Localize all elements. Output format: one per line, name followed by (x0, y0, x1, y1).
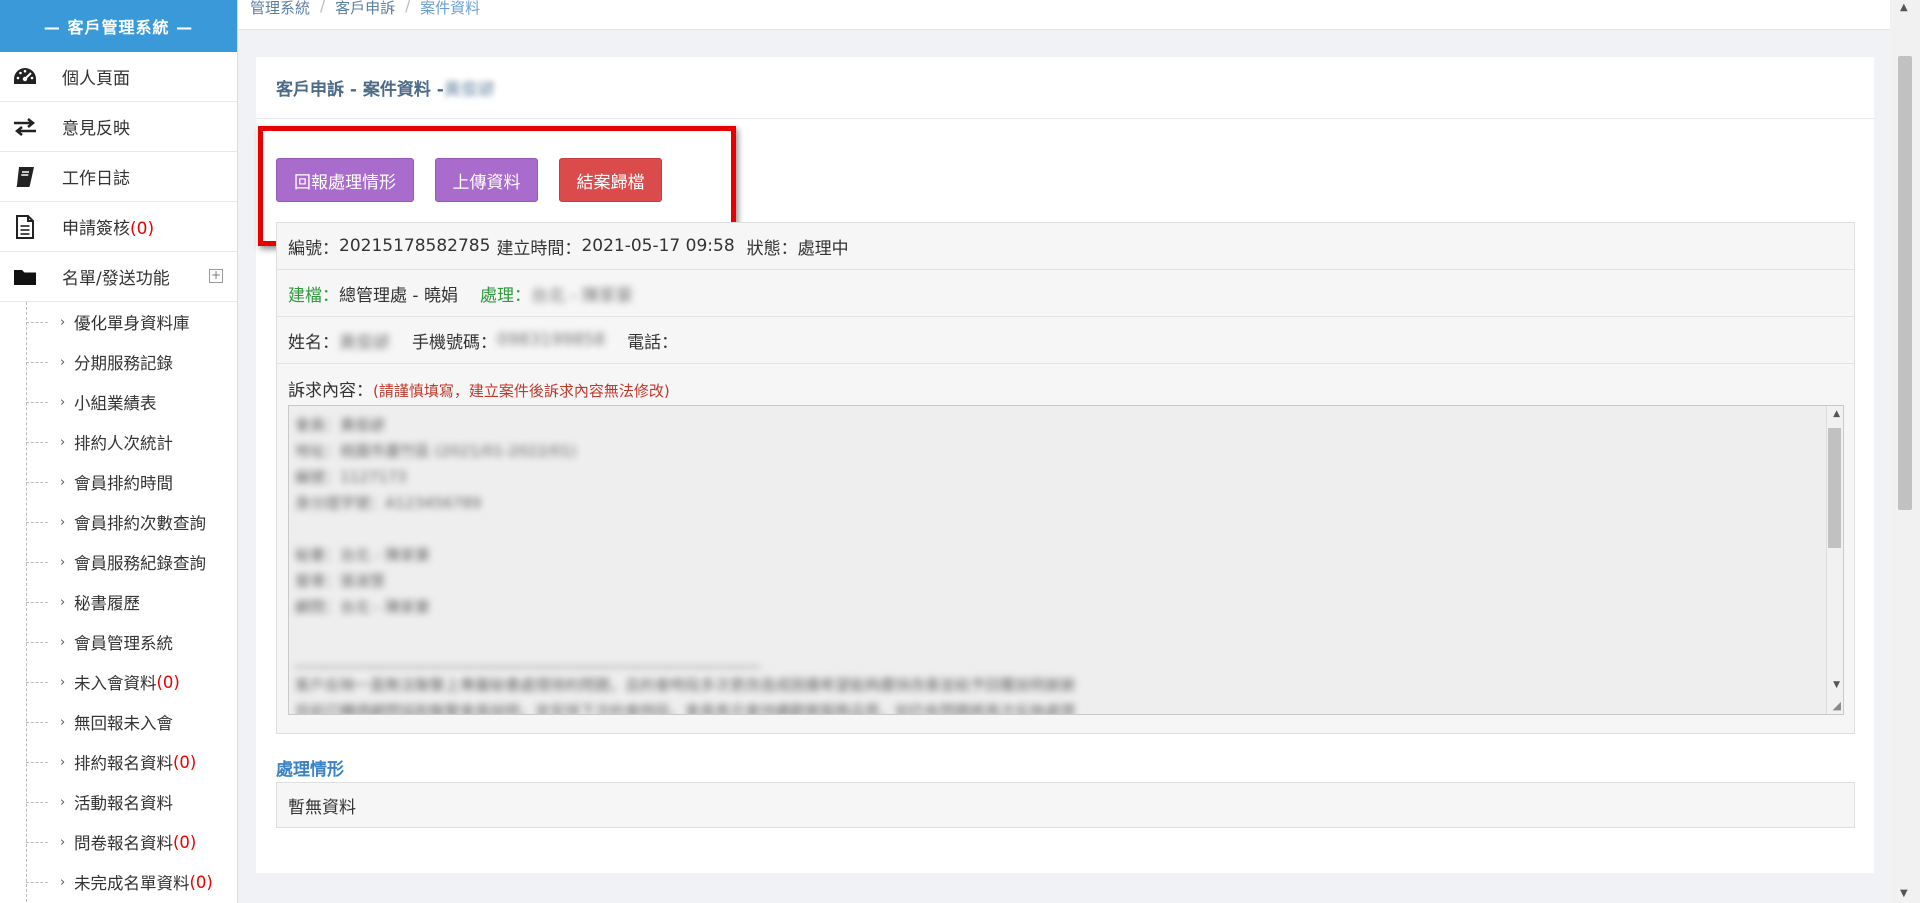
chevron-right-icon: › (60, 714, 66, 730)
process-section-title: 處理情形 (276, 760, 344, 780)
breadcrumb-link-home[interactable]: 管理系統 (250, 0, 310, 18)
case-id: 20215178582785 (339, 236, 491, 256)
submenu-item[interactable]: › 未入會資料 (0) (0, 662, 237, 702)
dashboard-icon (12, 64, 38, 90)
creator-value: 總管理處 - 曉娟 (339, 285, 458, 306)
chevron-right-icon: › (60, 434, 66, 450)
pending-count-badge: (0) (130, 219, 155, 239)
sidebar-item-profile[interactable]: 個人頁面 (0, 52, 237, 102)
chevron-right-icon: › (60, 794, 66, 810)
submenu-item[interactable]: › 優化單身資料庫 (0, 302, 237, 342)
request-warning-note: (請謹慎填寫，建立案件後訴求內容無法修改) (373, 382, 670, 400)
folder-icon (12, 264, 38, 290)
sidebar-item-feedback[interactable]: 意見反映 (0, 102, 237, 152)
case-info-box: 編號： 20215178582785 建立時間： 2021-05-17 09:58 … (276, 222, 1855, 734)
upload-button[interactable]: 上傳資料 (435, 158, 538, 202)
submenu-item[interactable]: › 會員排約時間 (0, 462, 237, 502)
submenu-item[interactable]: › 會員排約次數查詢 (0, 502, 237, 542)
case-status: 處理中 (797, 238, 849, 259)
chevron-right-icon: › (60, 554, 66, 570)
case-panel: 客戶申訴 - 案件資料 - 黃俊諺 回報處理情形 上傳資料 結案歸檔 編號： 20… (256, 57, 1874, 873)
textarea-scrollbar[interactable]: ▲ ▼ (1826, 406, 1843, 714)
page-title: 客戶申訴 - 案件資料 - 黃俊諺 (256, 57, 1874, 119)
submenu-item[interactable]: › 未完成名單資料 (0) (0, 862, 237, 902)
chevron-right-icon: › (60, 394, 66, 410)
submenu-item[interactable]: › 分期服務記錄 (0, 342, 237, 382)
sidebar-item-label: 個人頁面 (62, 69, 130, 89)
breadcrumb: 管理系統 / 客戶申訴 / 案件資料 (238, 0, 1890, 30)
submenu-item[interactable]: › 排約人次統計 (0, 422, 237, 462)
case-meta-row: 編號： 20215178582785 建立時間： 2021-05-17 09:58 … (277, 223, 1854, 270)
chevron-right-icon: › (60, 474, 66, 490)
chevron-right-icon: › (60, 314, 66, 330)
breadcrumb-current: 案件資料 (420, 0, 481, 17)
case-owner-row: 建檔： 總管理處 - 曉娟 處理： 台北 - 陳家豪 (277, 270, 1854, 317)
breadcrumb-link-complaints[interactable]: 客戶申訴 (335, 0, 395, 18)
sidebar-item-label: 工作日誌 (62, 169, 130, 189)
mobile-value: 0983199858 (497, 330, 606, 350)
submenu-item[interactable]: › 問卷報名資料 (0) (0, 822, 237, 862)
sidebar-item-label: 意見反映 (62, 119, 130, 139)
submenu-item[interactable]: › 排約報名資料 (0) (0, 742, 237, 782)
submenu-item[interactable]: › 小組業績表 (0, 382, 237, 422)
submenu-item[interactable]: › 會員管理系統 (0, 622, 237, 662)
scroll-down-arrow-icon[interactable]: ▼ (1833, 680, 1840, 690)
chevron-right-icon: › (60, 594, 66, 610)
chevron-right-icon: › (60, 874, 66, 890)
customer-contact-row: 姓名： 黃俊諺 手機號碼： 0983199858 電話： (277, 317, 1854, 364)
request-content-textarea[interactable]: 會員：黃俊諺 地址：桃園市蘆竹區 (2021/01-2022/01) 編號：11… (288, 405, 1844, 715)
request-content-row: 訴求內容：(請謹慎填寫，建立案件後訴求內容無法修改) 會員：黃俊諺 地址：桃園市… (277, 364, 1854, 733)
chevron-right-icon: › (60, 514, 66, 530)
chevron-right-icon: › (60, 674, 66, 690)
sidebar: — 客戶管理系統 — 個人頁面 意見反映 工作日誌 申請簽核(0) 名單/發送功… (0, 0, 238, 903)
handler-value-redacted: 台北 - 陳家豪 (530, 285, 633, 306)
submenu-item[interactable]: › 秘書履歷 (0, 582, 237, 622)
submenu-item[interactable]: › 活動報名資料 (0, 782, 237, 822)
page-scroll-thumb[interactable] (1898, 56, 1912, 510)
chevron-right-icon: › (60, 834, 66, 850)
scroll-up-arrow-icon[interactable]: ▲ (1900, 2, 1908, 13)
sidebar-item-list-send[interactable]: 名單/發送功能 + (0, 252, 237, 302)
resize-grip-icon[interactable]: ◢ (1833, 699, 1841, 712)
customer-name-redacted: 黃俊諺 (443, 80, 495, 100)
chevron-right-icon: › (60, 634, 66, 650)
close-case-button[interactable]: 結案歸檔 (559, 158, 662, 202)
sidebar-item-worklog[interactable]: 工作日誌 (0, 152, 237, 202)
empty-state-text: 暫無資料 (288, 797, 356, 818)
chevron-right-icon: › (60, 754, 66, 770)
created-time: 2021-05-17 09:58 (581, 236, 735, 256)
submenu-item[interactable]: › 會員服務紀錄查詢 (0, 542, 237, 582)
textarea-scroll-thumb[interactable] (1828, 428, 1841, 548)
sidebar-submenu: › 優化單身資料庫 › 分期服務記錄 › 小組業績表 › 排約人次統計 › 會員排約時間 … (0, 302, 237, 902)
document-icon (12, 214, 38, 240)
expand-icon[interactable]: + (209, 269, 223, 283)
sidebar-item-label: 名單/發送功能 (62, 269, 170, 289)
action-toolbar: 回報處理情形 上傳資料 結案歸檔 (276, 158, 662, 202)
chevron-right-icon: › (60, 354, 66, 370)
page-scrollbar[interactable]: ▲ ▼ (1890, 0, 1920, 903)
sidebar-item-label: 申請簽核 (62, 219, 130, 239)
scroll-down-arrow-icon[interactable]: ▼ (1900, 888, 1908, 899)
report-progress-button[interactable]: 回報處理情形 (276, 158, 414, 202)
sidebar-item-approval[interactable]: 申請簽核(0) (0, 202, 237, 252)
submenu-item[interactable]: › 無回報未入會 (0, 702, 237, 742)
scroll-up-arrow-icon[interactable]: ▲ (1833, 409, 1840, 419)
app-brand: — 客戶管理系統 — (0, 0, 237, 52)
exchange-icon (12, 114, 38, 140)
customer-name-value: 黃俊諺 (339, 332, 390, 353)
process-empty-box: 暫無資料 (276, 782, 1855, 828)
book-icon (12, 164, 38, 190)
